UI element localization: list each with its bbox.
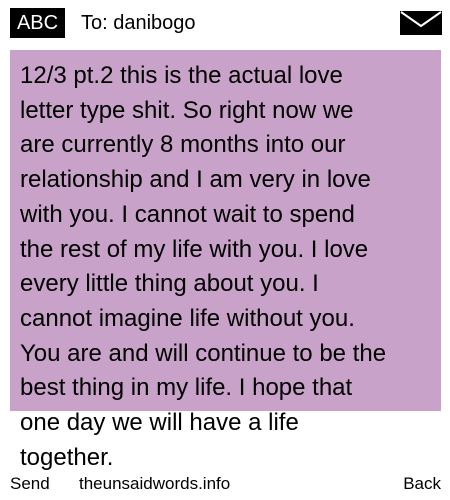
message-body: 12/3 pt.2 this is the actual love letter… <box>20 62 387 471</box>
input-mode-badge: ABC <box>10 8 65 38</box>
header: ABC To: danibogo <box>0 0 450 45</box>
envelope-icon[interactable] <box>400 11 442 35</box>
site-label: theunsaidwords.info <box>79 474 231 493</box>
recipient-label: To: danibogo <box>81 12 196 34</box>
back-button[interactable]: Back <box>403 473 441 495</box>
send-button[interactable]: Send <box>10 473 50 495</box>
